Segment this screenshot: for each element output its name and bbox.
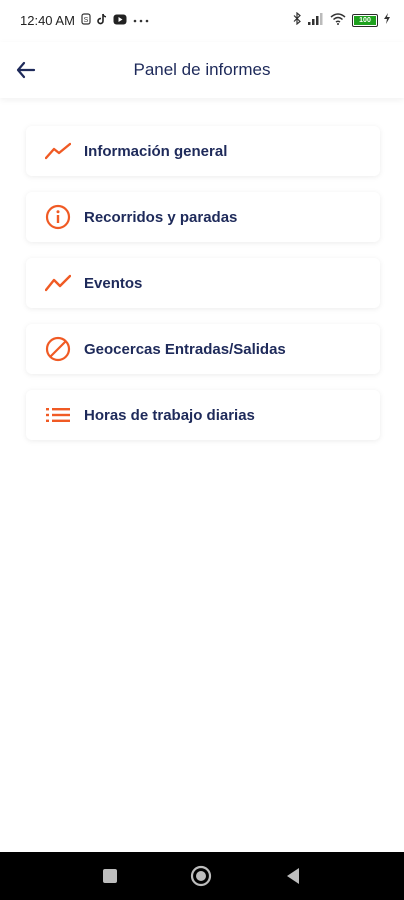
nav-back-button[interactable] (281, 864, 305, 888)
menu-item-horas-trabajo[interactable]: Horas de trabajo diarias (26, 390, 380, 440)
signal-icon (308, 12, 324, 28)
battery-icon: 100 (352, 13, 378, 27)
menu-item-recorridos-paradas[interactable]: Recorridos y paradas (26, 192, 380, 242)
charging-icon (384, 13, 390, 27)
svg-text:S: S (84, 17, 89, 24)
home-icon (190, 865, 212, 887)
back-triangle-icon (287, 868, 299, 884)
tiktok-icon (97, 13, 107, 28)
menu-item-label: Geocercas Entradas/Salidas (84, 340, 286, 358)
status-time: 12:40 AM (20, 13, 75, 28)
menu-item-label: Información general (84, 142, 228, 160)
menu-item-label: Eventos (84, 274, 143, 292)
bluetooth-icon (293, 11, 302, 28)
menu-item-informacion-general[interactable]: Información general (26, 126, 380, 176)
menu-item-label: Horas de trabajo diarias (84, 406, 255, 424)
trend-line-icon (44, 137, 72, 165)
youtube-icon (113, 14, 127, 28)
recent-apps-button[interactable] (98, 864, 122, 888)
battery-level: 100 (359, 16, 371, 24)
status-left: 12:40 AM S (20, 13, 149, 28)
trend-line-icon (44, 269, 72, 297)
report-menu-list: Información general Recorridos y paradas… (26, 126, 380, 456)
more-icon (133, 15, 149, 27)
status-bar: 12:40 AM S 100 (0, 0, 404, 42)
system-nav-bar (0, 852, 404, 900)
page-title: Panel de informes (133, 60, 271, 79)
info-circle-icon (44, 203, 72, 231)
menu-item-geocercas[interactable]: Geocercas Entradas/Salidas (26, 324, 380, 374)
recent-apps-icon (103, 869, 117, 883)
wifi-icon (330, 12, 346, 28)
menu-item-label: Recorridos y paradas (84, 208, 238, 226)
list-icon (44, 401, 72, 429)
app-header: Panel de informes (0, 42, 404, 98)
menu-item-eventos[interactable]: Eventos (26, 258, 380, 308)
no-entry-icon (44, 335, 72, 363)
status-right: 100 (293, 11, 390, 28)
home-button[interactable] (189, 864, 213, 888)
sim-icon: S (81, 13, 91, 28)
